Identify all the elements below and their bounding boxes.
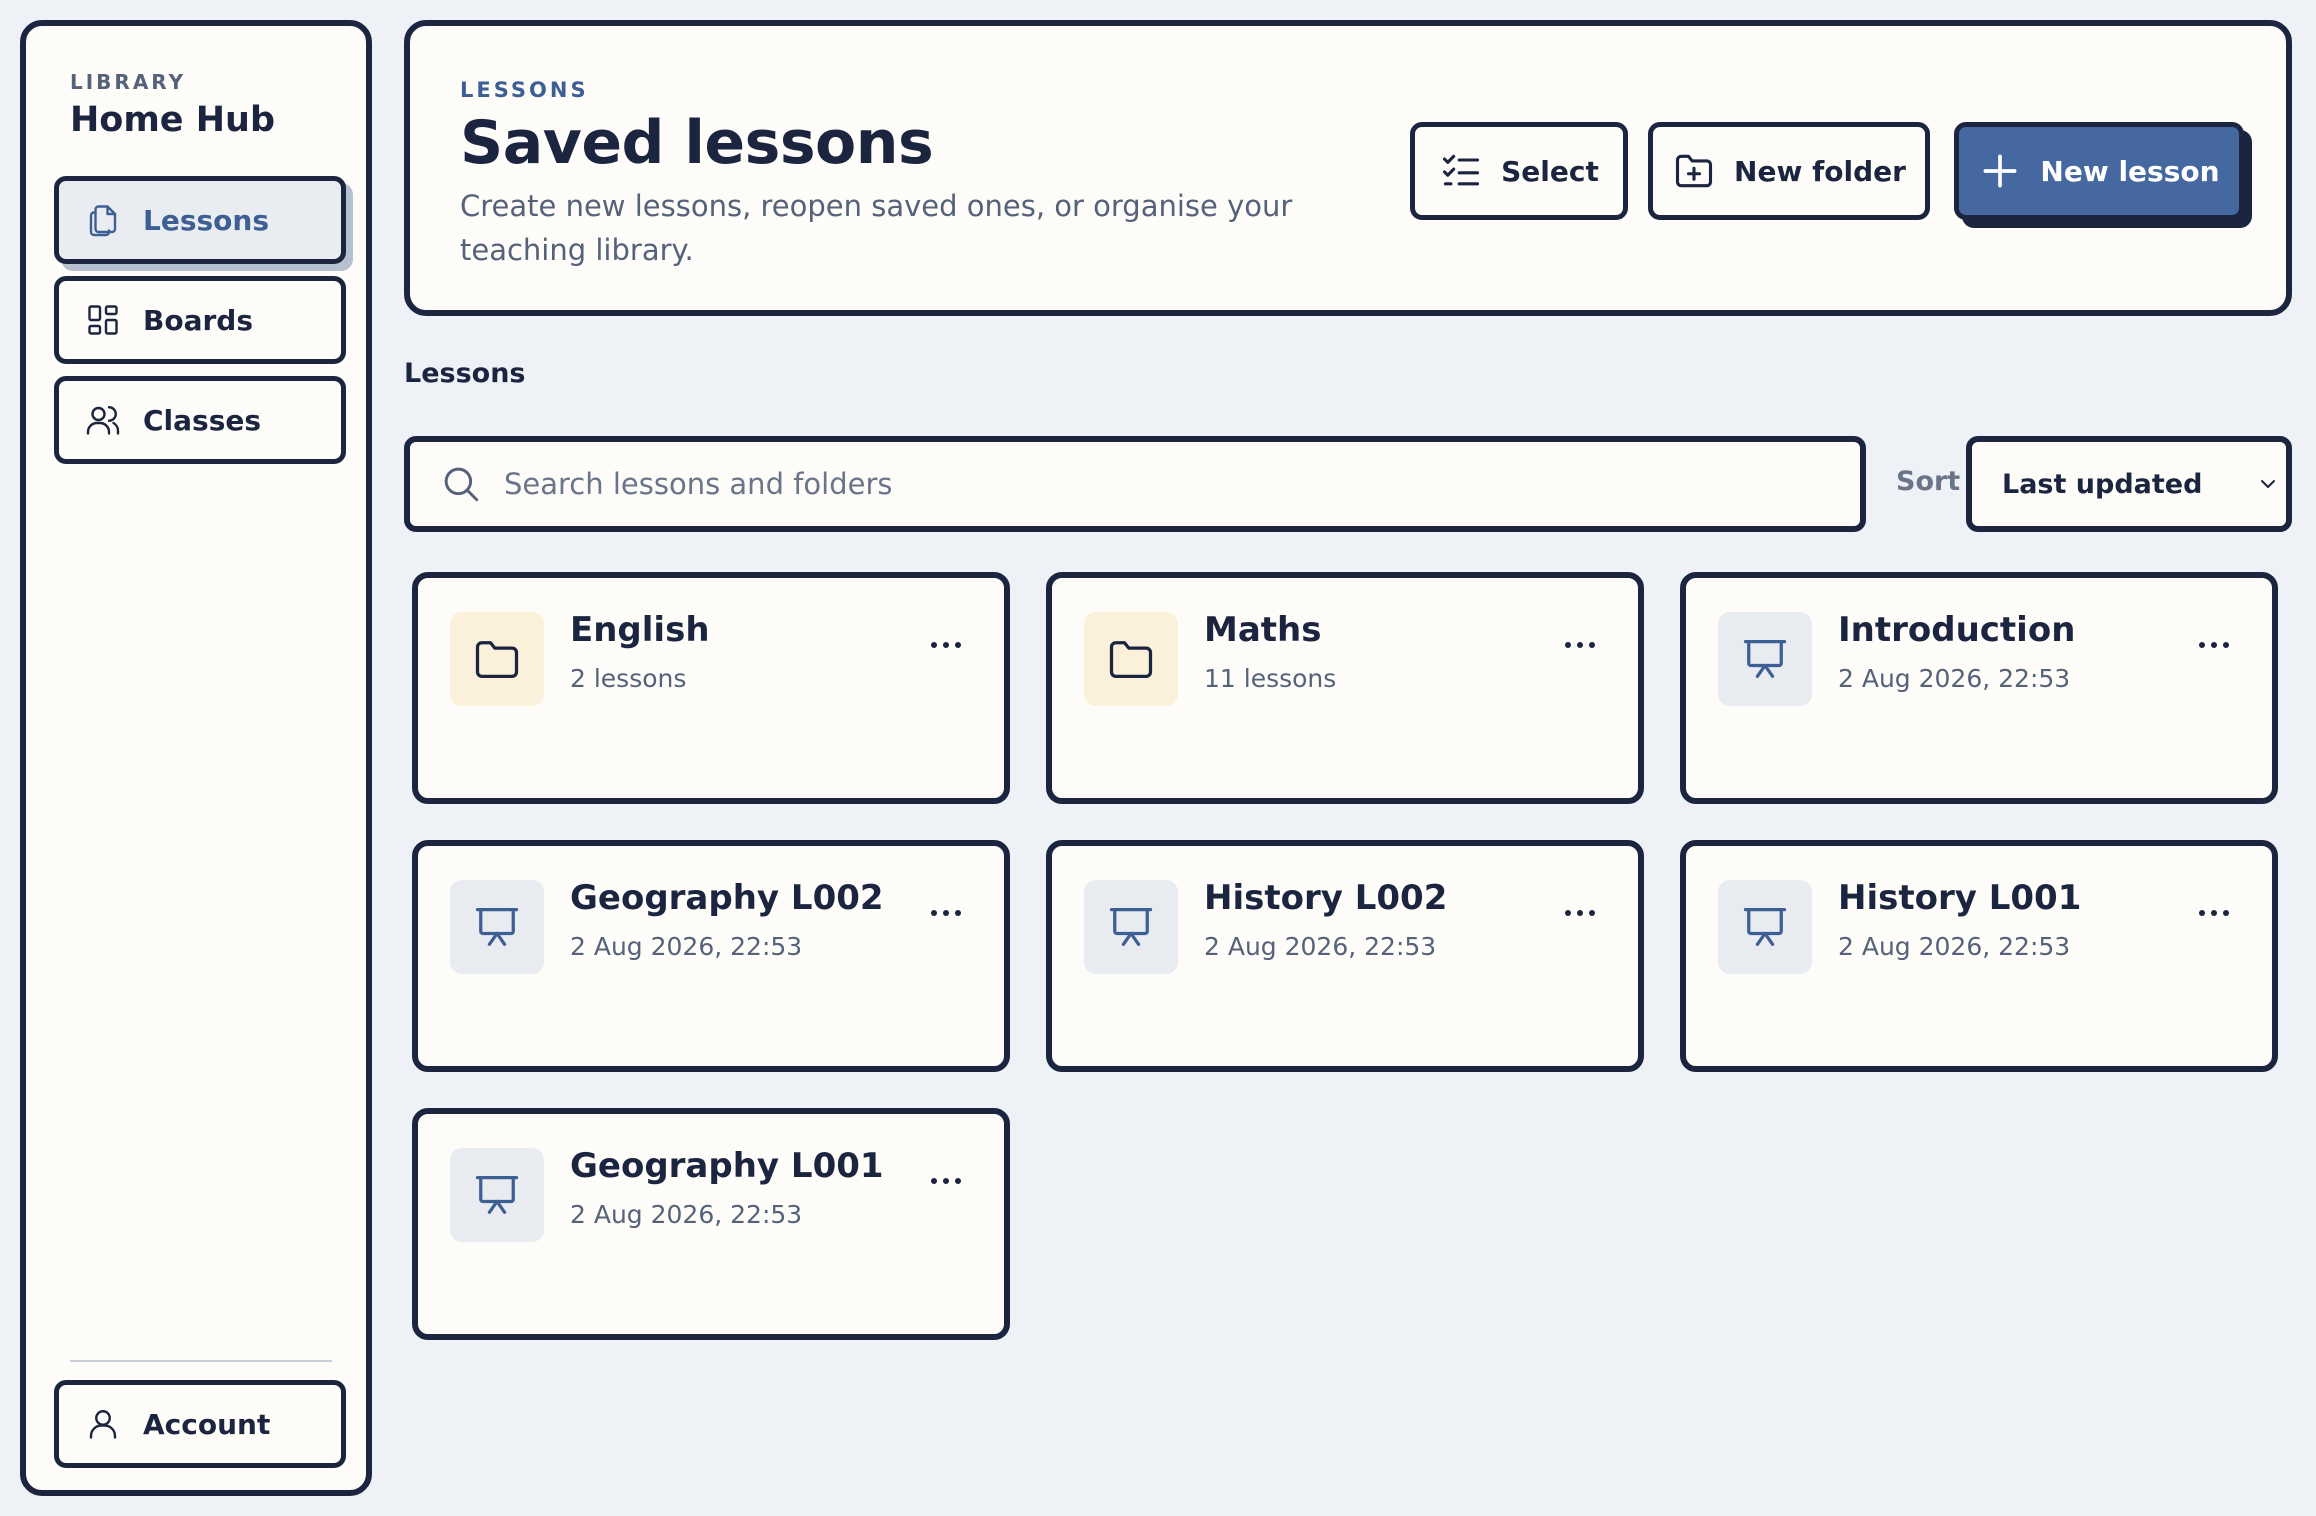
card-title: History L001 (1838, 878, 2082, 918)
sidebar-item-label: Lessons (143, 203, 269, 237)
sort-selected-value: Last updated (2002, 468, 2203, 500)
sidebar-item-label: Classes (143, 403, 262, 437)
search-box[interactable] (404, 436, 1866, 532)
select-button[interactable]: Select (1410, 122, 1628, 220)
card-subtitle: 2 Aug 2026, 22:53 (570, 932, 803, 961)
sidebar-item-label: Boards (143, 303, 253, 337)
more-options-button[interactable] (924, 898, 968, 928)
folder-tile (1084, 612, 1178, 706)
card-title: Introduction (1838, 610, 2076, 650)
document-copy-icon (89, 205, 117, 237)
lesson-card-introduction[interactable]: Introduction 2 Aug 2026, 22:53 (1680, 572, 2278, 804)
grid-icon (88, 305, 118, 335)
new-lesson-button[interactable]: New lesson (1954, 122, 2244, 220)
lesson-card-geography-l001[interactable]: Geography L001 2 Aug 2026, 22:53 (412, 1108, 1010, 1340)
new-lesson-button-label: New lesson (2040, 154, 2220, 188)
card-subtitle: 2 Aug 2026, 22:53 (1838, 932, 2071, 961)
card-subtitle: 2 Aug 2026, 22:53 (1204, 932, 1437, 961)
search-icon (444, 467, 479, 502)
sidebar-item-lessons[interactable]: Lessons (54, 176, 346, 264)
users-icon (86, 406, 120, 435)
select-button-label: Select (1501, 154, 1599, 188)
folder-tile (450, 612, 544, 706)
new-folder-button-label: New folder (1734, 154, 1906, 188)
new-folder-button[interactable]: New folder (1648, 122, 1930, 220)
lesson-tile (450, 880, 544, 974)
lesson-tile (1718, 612, 1812, 706)
more-options-button[interactable] (1558, 898, 1602, 928)
checklist-icon (1443, 154, 1480, 186)
more-options-button[interactable] (1558, 630, 1602, 660)
more-options-button[interactable] (924, 1166, 968, 1196)
page-description: Create new lessons, reopen saved ones, o… (460, 189, 1293, 267)
page-header: LESSONS Saved lessons Create new lessons… (404, 20, 2292, 316)
card-title: Maths (1204, 610, 1322, 650)
folder-icon (475, 641, 519, 678)
page-eyebrow: LESSONS (460, 78, 589, 102)
card-title: Geography L001 (570, 1146, 884, 1186)
presentation-icon (1743, 640, 1787, 678)
card-title: Geography L002 (570, 878, 884, 918)
lesson-card-history-l001[interactable]: History L001 2 Aug 2026, 22:53 (1680, 840, 2278, 1072)
ellipsis-icon (1565, 910, 1595, 916)
plus-icon (1983, 154, 2017, 188)
lesson-tile (1084, 880, 1178, 974)
card-subtitle: 11 lessons (1204, 664, 1337, 693)
section-heading: Lessons (404, 358, 526, 389)
presentation-icon (1743, 908, 1787, 946)
sidebar: LIBRARY Home Hub Lessons Boards Classes (20, 20, 372, 1496)
search-input[interactable] (504, 467, 1804, 501)
page-title: Saved lessons (460, 108, 934, 178)
chevron-down-icon (2261, 480, 2275, 488)
ellipsis-icon (1565, 642, 1595, 648)
lesson-card-history-l002[interactable]: History L002 2 Aug 2026, 22:53 (1046, 840, 1644, 1072)
card-subtitle: 2 Aug 2026, 22:53 (570, 1200, 803, 1229)
app-title: Home Hub (70, 100, 275, 140)
sort-select[interactable]: Last updated (1966, 436, 2292, 532)
user-icon (89, 1410, 117, 1439)
ellipsis-icon (931, 910, 961, 916)
folder-plus-icon (1675, 154, 1713, 188)
ellipsis-icon (2199, 642, 2229, 648)
folder-icon (1109, 641, 1153, 678)
ellipsis-icon (2199, 910, 2229, 916)
presentation-icon (1109, 908, 1153, 946)
presentation-icon (475, 908, 519, 946)
lesson-tile (450, 1148, 544, 1242)
ellipsis-icon (931, 1178, 961, 1184)
card-title: English (570, 610, 710, 650)
more-options-button[interactable] (924, 630, 968, 660)
lesson-card-geography-l002[interactable]: Geography L002 2 Aug 2026, 22:53 (412, 840, 1010, 1072)
sort-label: Sort (1896, 466, 1961, 497)
presentation-icon (475, 1176, 519, 1214)
sidebar-divider (70, 1360, 332, 1362)
ellipsis-icon (931, 642, 961, 648)
more-options-button[interactable] (2192, 898, 2236, 928)
sidebar-item-classes[interactable]: Classes (54, 376, 346, 464)
folder-card-english[interactable]: English 2 lessons (412, 572, 1010, 804)
account-button[interactable]: Account (54, 1380, 346, 1468)
folder-card-maths[interactable]: Maths 11 lessons (1046, 572, 1644, 804)
card-subtitle: 2 lessons (570, 664, 687, 693)
account-label: Account (143, 1407, 271, 1441)
card-title: History L002 (1204, 878, 1448, 918)
library-eyebrow: LIBRARY (70, 70, 187, 94)
lesson-tile (1718, 880, 1812, 974)
card-subtitle: 2 Aug 2026, 22:53 (1838, 664, 2071, 693)
more-options-button[interactable] (2192, 630, 2236, 660)
sidebar-item-boards[interactable]: Boards (54, 276, 346, 364)
